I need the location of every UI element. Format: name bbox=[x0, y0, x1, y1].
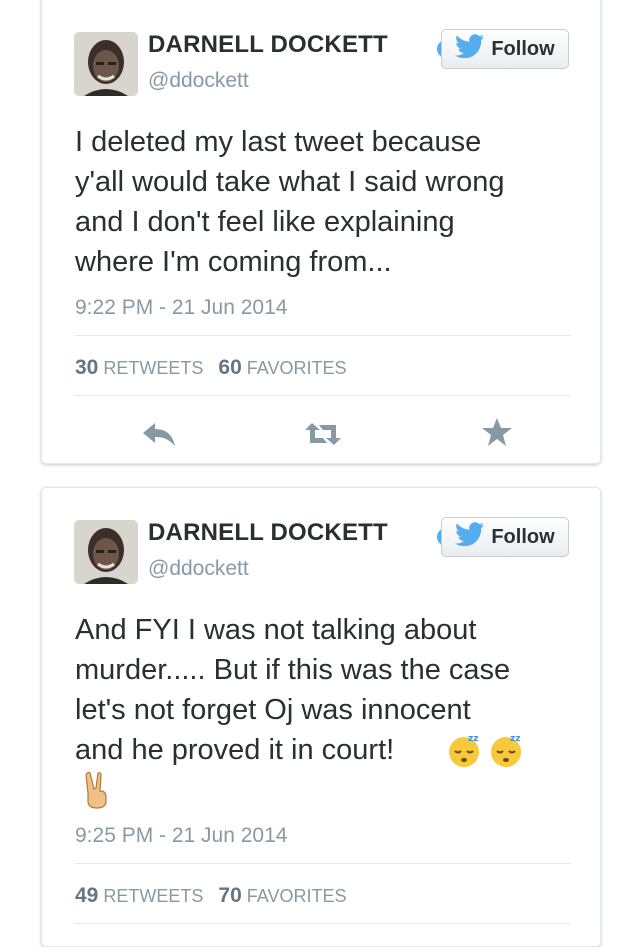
tweet-card: DARNELL DOCKETT @ddockett Follow And FYI… bbox=[41, 487, 601, 947]
divider bbox=[75, 395, 571, 396]
divider bbox=[75, 923, 571, 924]
tweet-stats: 30 RETWEETS 60 FAVORITES bbox=[75, 356, 346, 380]
divider bbox=[75, 335, 571, 336]
tweet-timestamp[interactable]: 9:22 PM - 21 Jun 2014 bbox=[75, 296, 287, 320]
retweet-icon[interactable] bbox=[303, 419, 343, 449]
favorite-count[interactable]: 60 bbox=[218, 356, 241, 379]
svg-text:zz: zz bbox=[468, 734, 478, 744]
tweet-line: I deleted my last tweet because bbox=[75, 126, 482, 158]
retweet-count[interactable]: 30 bbox=[75, 356, 98, 379]
author-name[interactable]: DARNELL DOCKETT bbox=[148, 31, 388, 59]
tweet-line: and he proved it in court! bbox=[75, 734, 395, 766]
tweet-stats: 49 RETWEETS 70 FAVORITES bbox=[75, 884, 346, 908]
twitter-bird-icon bbox=[455, 34, 485, 64]
tweet-text: I deleted my last tweet because y'all wo… bbox=[75, 122, 575, 282]
tweet-line: and I don't feel like explaining bbox=[75, 206, 455, 238]
divider bbox=[75, 863, 571, 864]
follow-button[interactable]: Follow bbox=[441, 517, 569, 557]
tweet-line: murder..... But if this was the case bbox=[75, 654, 511, 686]
retweet-count[interactable]: 49 bbox=[75, 884, 98, 907]
avatar[interactable] bbox=[74, 32, 138, 96]
tweet-line: And FYI I was not talking about bbox=[75, 614, 477, 646]
twitter-bird-icon bbox=[455, 522, 485, 552]
tweet-line: where I'm coming from... bbox=[75, 246, 392, 278]
victory-hand-emoji bbox=[82, 771, 112, 814]
svg-text:zz: zz bbox=[510, 734, 520, 744]
sleeping-face-emoji: zz bbox=[446, 732, 482, 773]
favorites-label[interactable]: FAVORITES bbox=[247, 358, 347, 378]
sleeping-face-emoji: zz bbox=[488, 732, 524, 773]
tweet-timestamp[interactable]: 9:25 PM - 21 Jun 2014 bbox=[75, 824, 287, 848]
tweet-line: let's not forget Oj was innocent bbox=[75, 694, 471, 726]
favorite-count[interactable]: 70 bbox=[218, 884, 241, 907]
favorites-label[interactable]: FAVORITES bbox=[247, 886, 347, 906]
follow-label: Follow bbox=[491, 37, 555, 60]
retweets-label[interactable]: RETWEETS bbox=[103, 886, 203, 906]
reply-icon[interactable] bbox=[139, 419, 179, 449]
favorite-icon[interactable] bbox=[477, 417, 517, 447]
tweet-card: DARNELL DOCKETT @ddockett Follow I delet… bbox=[41, 0, 601, 464]
author-name[interactable]: DARNELL DOCKETT bbox=[148, 519, 388, 547]
author-handle[interactable]: @ddockett bbox=[148, 557, 249, 581]
tweet-line: y'all would take what I said wrong bbox=[75, 166, 505, 198]
follow-button[interactable]: Follow bbox=[441, 29, 569, 69]
follow-label: Follow bbox=[491, 525, 555, 548]
avatar[interactable] bbox=[74, 520, 138, 584]
retweets-label[interactable]: RETWEETS bbox=[103, 358, 203, 378]
author-handle[interactable]: @ddockett bbox=[148, 69, 249, 93]
